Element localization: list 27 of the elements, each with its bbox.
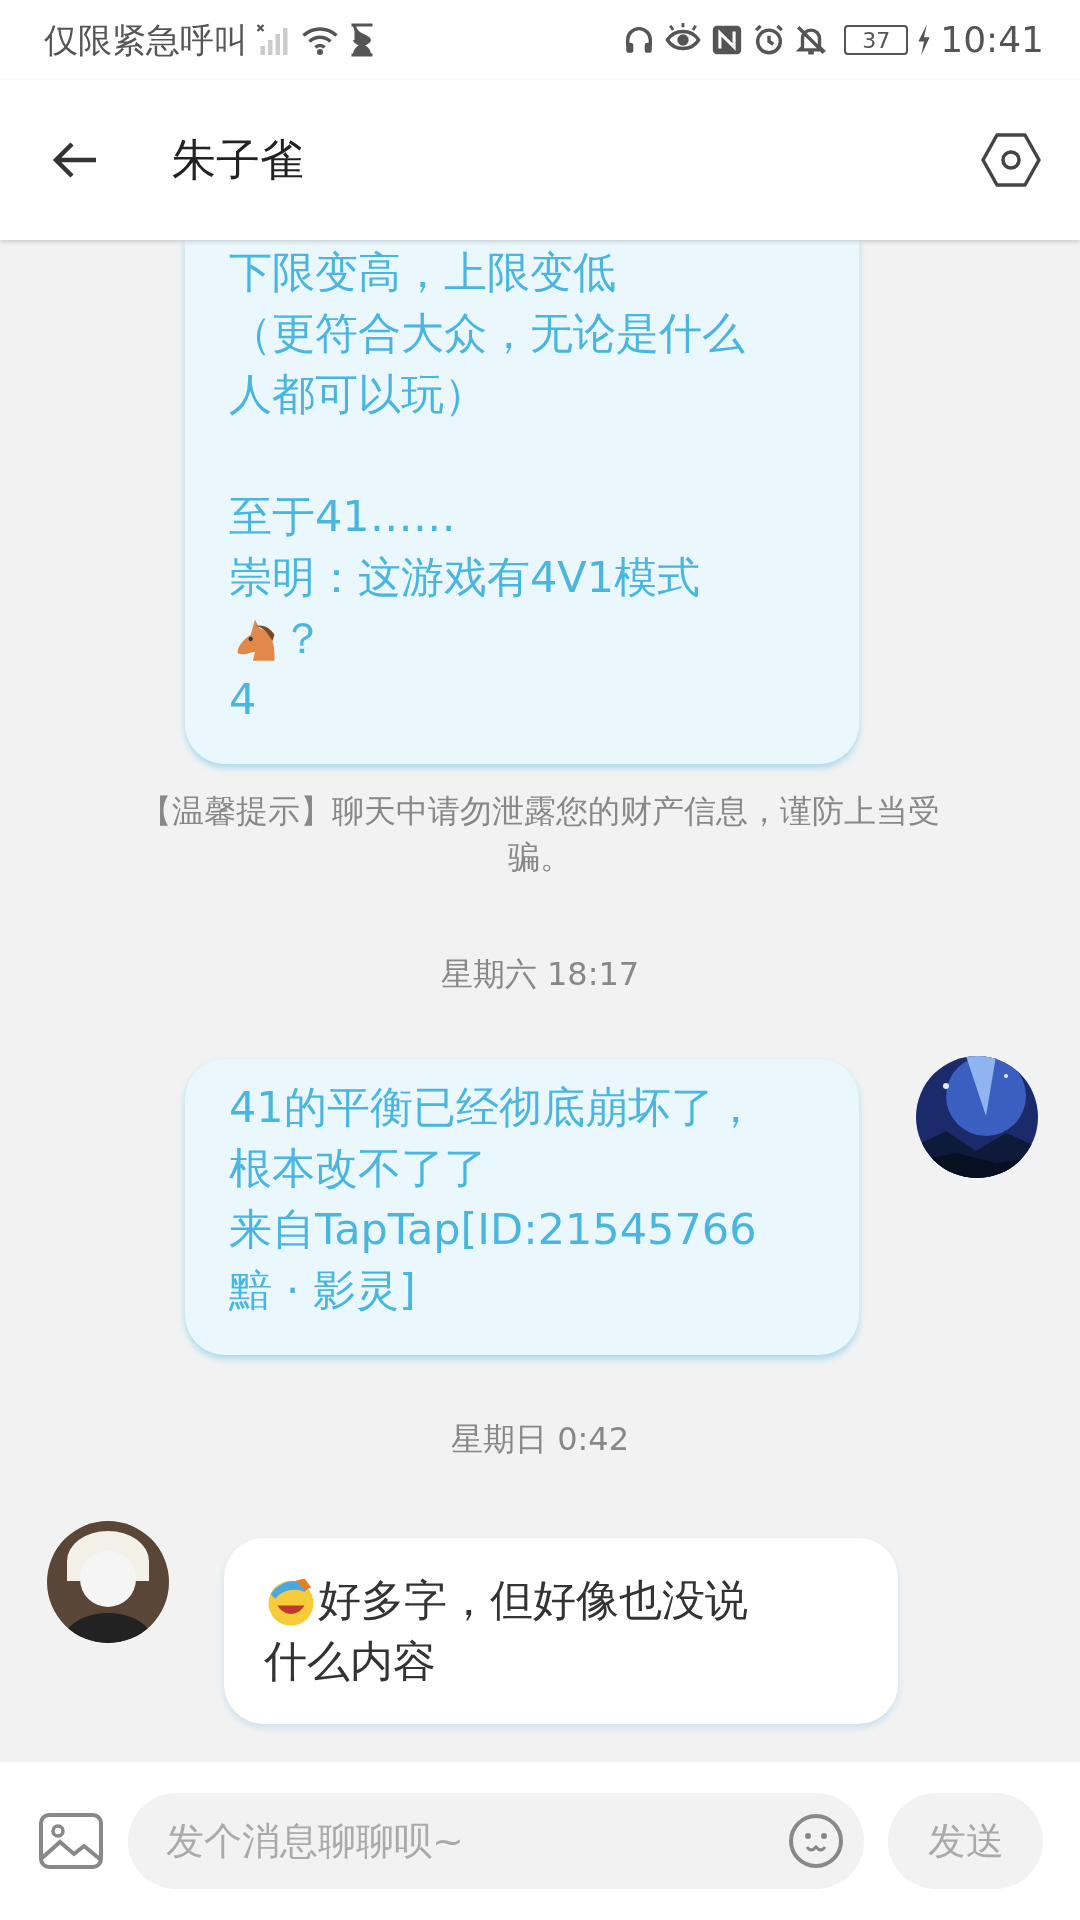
timestamp-text: 星期六 18:17 [439, 954, 641, 995]
clock-text: 10:41 [940, 18, 1044, 62]
message-text: 41的平衡已经彻底崩坏了， [229, 1081, 757, 1134]
message-text: 人都可以玩） [229, 368, 487, 421]
image-button[interactable] [38, 1812, 104, 1870]
chat-title: 朱子雀 [172, 133, 304, 187]
message-text: 4 [229, 673, 257, 726]
settings-button[interactable] [980, 132, 1042, 188]
message-text: 根本改不了了 [229, 1142, 487, 1195]
send-button[interactable]: 发送 [888, 1793, 1043, 1889]
bell-off-icon [794, 23, 829, 57]
message-text: 来自TapTap[ID:21545766 [229, 1203, 757, 1256]
message-text: ？ [281, 612, 324, 665]
message-text: 好多字，但好像也没说 [318, 1574, 748, 1627]
message-input[interactable]: 发个消息聊聊呗~ [164, 1811, 788, 1871]
message-text: 下限变高，上限变低 [229, 246, 616, 299]
message-text: 黯 · 影灵] [229, 1264, 416, 1317]
timestamp-text: 星期日 0:42 [450, 1419, 630, 1460]
battery-icon: 37 [844, 25, 909, 55]
message-text: （更符合大众，无论是什么 [229, 307, 745, 360]
message-text: 什么内容 [264, 1635, 436, 1688]
safety-notice-text: 【温馨提示】聊天中请勿泄露您的财产信息，谨防上当受骗。 [139, 791, 941, 878]
emoji-button[interactable] [788, 1813, 844, 1869]
message-field[interactable]: 发个消息聊聊呗~ [128, 1793, 864, 1889]
message-text: 崇明：这游戏有4V1模式 [229, 551, 701, 604]
carrier-text: 仅限紧急呼叫 [44, 18, 248, 62]
message-text: 至于41…… [229, 490, 456, 543]
